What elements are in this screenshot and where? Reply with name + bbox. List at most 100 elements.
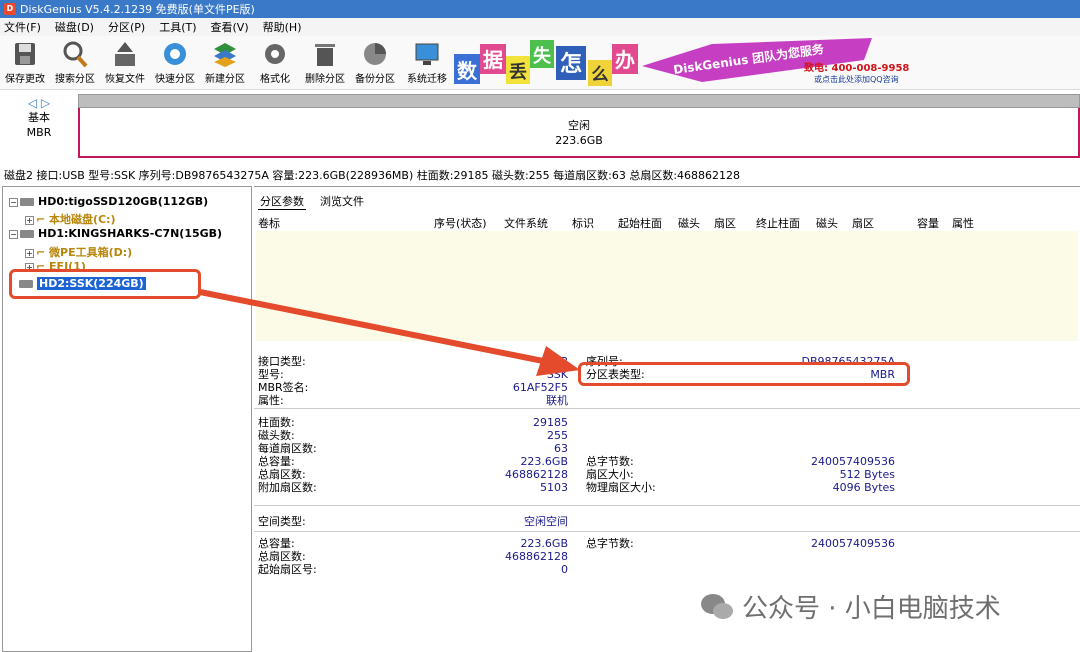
column-header[interactable]: 磁头 xyxy=(816,215,838,231)
menu-disk[interactable]: 磁盘(D) xyxy=(55,19,94,35)
extra-sectors-label: 附加扇区数: xyxy=(258,481,317,494)
sectors-per-track-value: 63 xyxy=(554,442,568,455)
menu-view[interactable]: 查看(V) xyxy=(211,19,249,35)
quick-partition-button[interactable]: 快速分区 xyxy=(150,38,200,88)
menu-tools[interactable]: 工具(T) xyxy=(159,19,196,35)
sectors-per-track-label: 每道扇区数: xyxy=(258,442,317,455)
start-sector-value: 0 xyxy=(561,563,568,576)
wechat-icon xyxy=(701,593,733,619)
new-partition-button[interactable]: 新建分区 xyxy=(200,38,250,88)
backup-partition-button[interactable]: 备份分区 xyxy=(350,38,400,88)
banner-char: 数 xyxy=(457,59,478,83)
tab-partition-params[interactable]: 分区参数 xyxy=(258,193,306,210)
physical-sector-size-label: 物理扇区大小: xyxy=(586,481,656,494)
free-space-block[interactable]: 空闲 223.6GB xyxy=(78,108,1080,158)
expand-icon[interactable]: + xyxy=(25,215,34,225)
column-header[interactable]: 起始柱面 xyxy=(618,215,662,231)
format-button[interactable]: 格式化 xyxy=(250,38,300,88)
menu-file[interactable]: 文件(F) xyxy=(4,19,41,35)
tab-bar: 分区参数 浏览文件 xyxy=(258,193,378,210)
banner-char: 失 xyxy=(533,45,552,67)
trash-icon xyxy=(315,44,335,66)
free-bytes-value: 240057409536 xyxy=(811,537,895,550)
column-header[interactable]: 属性 xyxy=(952,215,974,231)
column-header[interactable]: 扇区 xyxy=(852,215,874,231)
save-icon xyxy=(15,43,35,65)
window-title: DiskGenius V5.4.2.1239 免费版(单文件PE版) xyxy=(20,3,255,16)
column-header[interactable]: 标识 xyxy=(572,215,594,231)
extra-sectors-value: 5103 xyxy=(540,481,568,494)
free-capacity-label: 总容量: xyxy=(258,537,295,550)
selection-highlight-box xyxy=(9,269,201,299)
disk-map-header xyxy=(78,94,1080,108)
disk-nav: ◁ ▷ 基本 MBR xyxy=(0,92,78,164)
column-header[interactable]: 终止柱面 xyxy=(756,215,800,231)
menu-partition[interactable]: 分区(P) xyxy=(108,19,145,35)
hard-disk-icon xyxy=(20,198,34,206)
total-sectors-label: 总扇区数: xyxy=(258,468,306,481)
total-bytes-label: 总字节数: xyxy=(586,455,634,468)
divider xyxy=(254,531,1080,532)
model-label: 型号: xyxy=(258,368,284,381)
ad-banner[interactable]: 数 据 丢 失 怎 么 办 DiskGenius 团队为您服务 致电: 400-… xyxy=(452,38,922,90)
banner-char: 怎 xyxy=(560,51,582,77)
column-header[interactable]: 磁头 xyxy=(678,215,700,231)
expand-icon[interactable]: + xyxy=(25,248,34,258)
banner-qq: 或点击此处添加QQ咨询 xyxy=(814,74,899,84)
disk-nav-arrows[interactable]: ◁ ▷ xyxy=(0,96,78,110)
disk-info-line: 磁盘2 接口:USB 型号:SSK 序列号:DB9876543275A 容量:2… xyxy=(4,169,741,182)
banner-phone: 致电: 400-008-9958 xyxy=(804,61,909,74)
watermark-text: 公众号 · 小白电脑技术 xyxy=(742,594,1001,624)
menu-bar: 文件(F) 磁盘(D) 分区(P) 工具(T) 查看(V) 帮助(H) xyxy=(0,18,1080,36)
mbr-signature-value: 61AF52F5 xyxy=(512,381,568,394)
mbr-signature-label: MBR签名: xyxy=(258,381,309,394)
tree-item-c-drive[interactable]: + ⌐ 本地磁盘(C:) xyxy=(25,211,116,227)
watermark: 公众号 · 小白电脑技术 xyxy=(700,588,1001,625)
banner-char: 据 xyxy=(483,48,503,72)
free-sectors-label: 总扇区数: xyxy=(258,550,306,563)
collapse-icon[interactable]: − xyxy=(9,229,18,239)
column-header[interactable]: 序号(状态) xyxy=(434,215,487,231)
space-type-value: 空闲空间 xyxy=(524,515,568,528)
disk-tree: − HD0:tigoSSD120GB(112GB) + ⌐ 本地磁盘(C:) − HD… xyxy=(2,186,252,652)
model-value: SSK xyxy=(546,368,568,381)
upload-box-icon xyxy=(115,42,135,66)
partition-scheme: MBR xyxy=(26,126,52,139)
recover-files-button[interactable]: 恢复文件 xyxy=(100,38,150,88)
interface-type-value: USB xyxy=(545,355,568,368)
column-header[interactable]: 卷标 xyxy=(258,215,280,231)
tab-browse-files[interactable]: 浏览文件 xyxy=(318,193,366,210)
banner-char: 办 xyxy=(615,48,635,72)
delete-partition-button[interactable]: 删除分区 xyxy=(300,38,350,88)
partition-icon: ⌐ xyxy=(36,213,50,226)
disk-type: 基本 xyxy=(28,111,50,124)
search-partition-button[interactable]: 搜索分区 xyxy=(50,38,100,88)
column-header[interactable]: 扇区 xyxy=(714,215,736,231)
system-migration-button[interactable]: 系统迁移 xyxy=(402,38,452,88)
free-sectors-value: 468862128 xyxy=(505,550,568,563)
cylinders-label: 柱面数: xyxy=(258,416,295,429)
menu-help[interactable]: 帮助(H) xyxy=(263,19,302,35)
column-header[interactable]: 容量 xyxy=(917,215,939,231)
tree-item-d-drive[interactable]: + ⌐ 微PE工具箱(D:) xyxy=(25,244,132,260)
save-changes-button[interactable]: 保存更改 xyxy=(0,38,50,88)
space-type-label: 空间类型: xyxy=(258,515,306,528)
banner-char: 么 xyxy=(592,65,609,85)
title-bar: D DiskGenius V5.4.2.1239 免费版(单文件PE版) xyxy=(0,0,1080,18)
free-capacity-value: 223.6GB xyxy=(520,537,568,550)
sector-size-value: 512 Bytes xyxy=(839,468,895,481)
tree-item-hd1[interactable]: − HD1:KINGSHARKS-C7N(15GB) xyxy=(9,227,222,240)
start-sector-label: 起始扇区号: xyxy=(258,563,317,576)
total-bytes-value: 240057409536 xyxy=(811,455,895,468)
attribute-value: 联机 xyxy=(546,394,568,407)
total-capacity-label: 总容量: xyxy=(258,455,295,468)
app-logo-icon: D xyxy=(4,3,16,15)
free-space-size: 223.6GB xyxy=(555,134,603,147)
tree-item-hd0[interactable]: − HD0:tigoSSD120GB(112GB) xyxy=(9,195,208,208)
column-header[interactable]: 文件系统 xyxy=(504,215,548,231)
disk-map[interactable]: 空闲 223.6GB xyxy=(78,94,1080,160)
monitor-icon xyxy=(415,43,439,65)
partition-table[interactable] xyxy=(256,231,1078,341)
cylinders-value: 29185 xyxy=(533,416,568,429)
collapse-icon[interactable]: − xyxy=(9,197,18,207)
